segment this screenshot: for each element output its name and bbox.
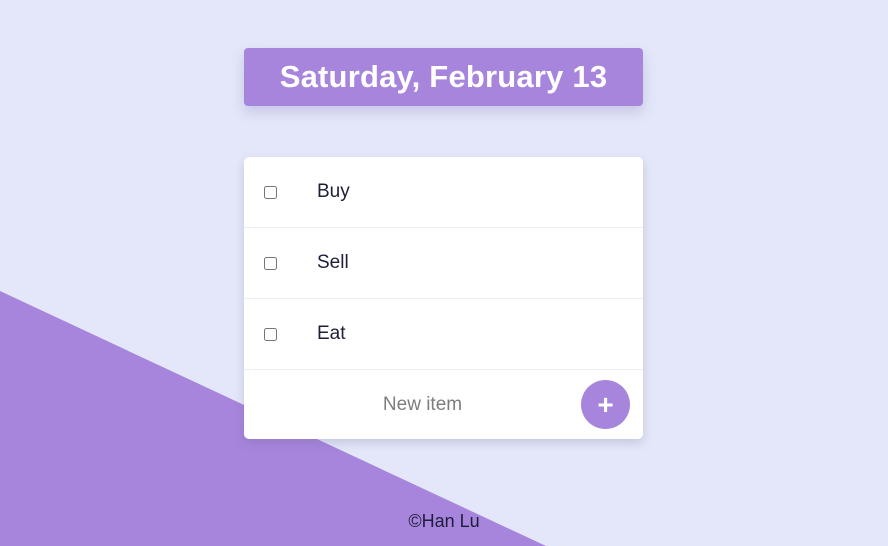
add-item-button[interactable]: + — [581, 380, 630, 429]
new-item-row: + — [244, 370, 643, 439]
todo-item-checkbox[interactable] — [264, 256, 277, 270]
todo-item: Eat — [244, 299, 643, 370]
new-item-input[interactable] — [260, 384, 585, 425]
todo-item: Buy — [244, 157, 643, 228]
todo-item: Sell — [244, 228, 643, 299]
date-heading: Saturday, February 13 — [279, 59, 608, 94]
todo-item-checkbox[interactable] — [264, 185, 277, 199]
todo-item-checkbox[interactable] — [264, 327, 277, 341]
todo-card: Buy Sell Eat + — [244, 157, 643, 439]
date-banner: Saturday, February 13 — [244, 48, 643, 106]
todo-item-label: Sell — [317, 252, 349, 273]
todo-item-label: Buy — [317, 181, 350, 202]
footer-credit: ©Han Lu — [408, 511, 480, 531]
todo-item-label: Eat — [317, 323, 346, 344]
